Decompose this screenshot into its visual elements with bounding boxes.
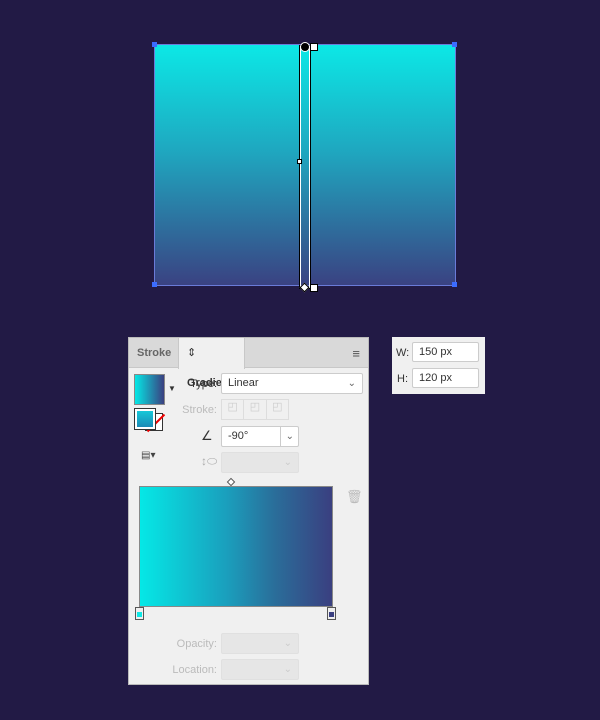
gradient-panel: Stroke ⇕ Gradient ≡ ▼ ▤▾ Type: Linear ⌄ S… bbox=[128, 337, 369, 685]
midpoint-diamond[interactable] bbox=[226, 477, 236, 487]
gradient-stop-start[interactable] bbox=[135, 607, 144, 620]
gradient-stop-top[interactable] bbox=[310, 43, 318, 51]
tab-gradient[interactable]: ⇕ Gradient bbox=[178, 338, 245, 389]
selection-handle-tl[interactable] bbox=[152, 42, 157, 47]
stroke-within-icon[interactable]: ◰ bbox=[222, 400, 245, 419]
type-label: Type: bbox=[190, 378, 217, 390]
panel-menu-icon[interactable]: ≡ bbox=[352, 346, 360, 361]
stroke-gradient-buttons: ◰ ◰ ◰ bbox=[221, 399, 289, 420]
gradient-stop-end[interactable] bbox=[327, 607, 336, 620]
width-label: W: bbox=[396, 347, 410, 359]
opacity-label: Opacity: bbox=[176, 638, 217, 650]
dimensions-panel: W: 150 px H: 120 px bbox=[392, 337, 485, 394]
opacity-field[interactable]: ⌄ bbox=[221, 633, 299, 654]
type-select[interactable]: Linear ⌄ bbox=[221, 373, 363, 394]
tab-stroke[interactable]: Stroke bbox=[129, 338, 179, 368]
aspect-ratio-icon: ↕⬭ bbox=[201, 454, 218, 468]
selection-handle-tr[interactable] bbox=[452, 42, 457, 47]
selection-handle-br[interactable] bbox=[452, 282, 457, 287]
gradient-midpoint-handle[interactable] bbox=[297, 159, 302, 164]
aspect-ratio-field[interactable]: ⌄ bbox=[221, 452, 299, 473]
stroke-across-icon[interactable]: ◰ bbox=[267, 400, 288, 419]
height-field[interactable]: 120 px bbox=[412, 368, 479, 388]
gradient-origin-handle[interactable] bbox=[300, 42, 310, 52]
stroke-along-icon[interactable]: ◰ bbox=[244, 400, 267, 419]
selection-handle-bl[interactable] bbox=[152, 282, 157, 287]
location-label: Location: bbox=[172, 664, 217, 676]
angle-field[interactable]: -90° ⌄ bbox=[221, 426, 299, 447]
swatch-dropdown-icon[interactable]: ▼ bbox=[168, 384, 176, 393]
reverse-gradient-icon[interactable]: ▤▾ bbox=[141, 450, 155, 461]
angle-icon: ∠ bbox=[201, 428, 213, 443]
tab-toggle-icon: ⇕ bbox=[187, 347, 197, 359]
gradient-annotator[interactable] bbox=[299, 45, 311, 289]
location-field[interactable]: ⌄ bbox=[221, 659, 299, 680]
height-label: H: bbox=[397, 373, 408, 385]
gradient-stop-bottom[interactable] bbox=[310, 284, 318, 292]
stroke-label: Stroke: bbox=[182, 404, 217, 416]
trash-icon[interactable]: 🗑 bbox=[346, 489, 363, 505]
gradient-swatch[interactable] bbox=[134, 374, 165, 405]
gradient-ramp[interactable] bbox=[139, 486, 333, 607]
width-field[interactable]: 150 px bbox=[412, 342, 479, 362]
fill-icon[interactable] bbox=[134, 408, 156, 430]
